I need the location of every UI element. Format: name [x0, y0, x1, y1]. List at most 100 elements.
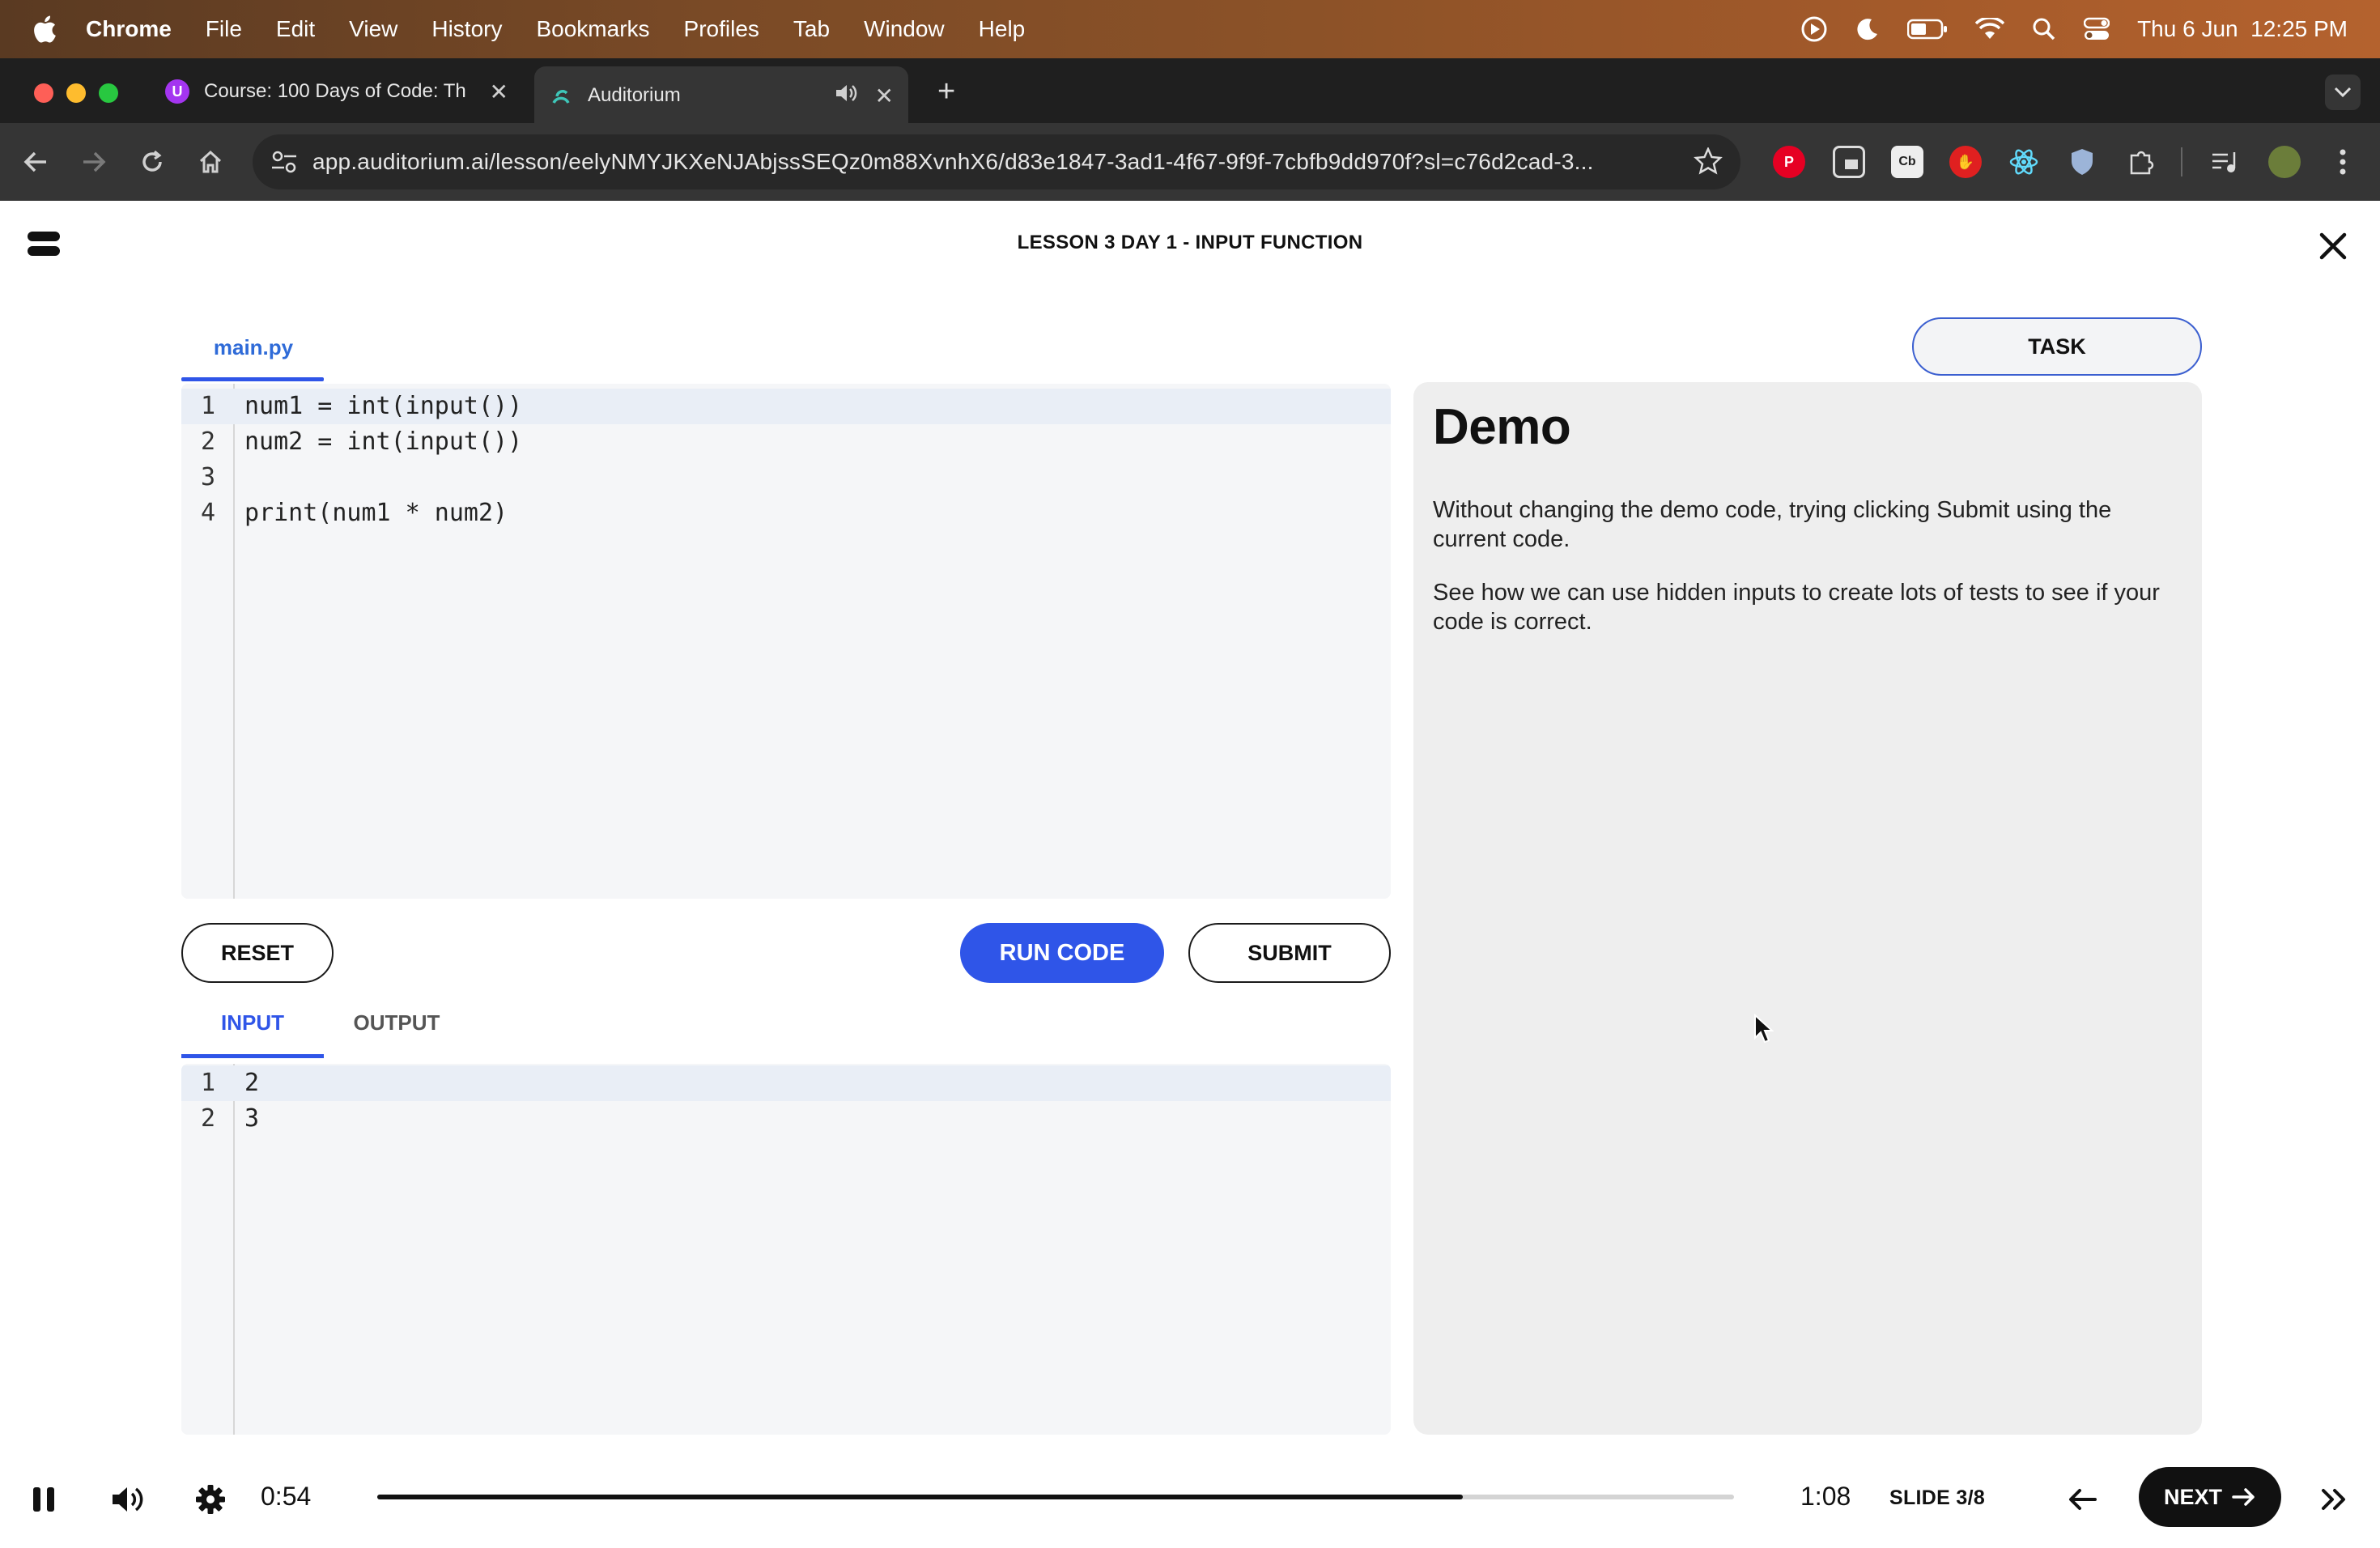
input-line[interactable]: 1 2	[181, 1065, 1391, 1101]
plus-icon: +	[937, 74, 956, 108]
pause-icon	[33, 1487, 54, 1512]
url-text[interactable]: app.auditorium.ai/lesson/eelyNMYJKXeNJAb…	[312, 149, 1640, 175]
previous-slide-button[interactable]	[2064, 1482, 2100, 1517]
react-devtools-extension-icon[interactable]	[2008, 146, 2040, 178]
forward-button[interactable]	[74, 142, 113, 181]
pinterest-extension-icon[interactable]: P	[1773, 146, 1805, 178]
mouse-cursor-icon	[1753, 1013, 1774, 1048]
menubar-help[interactable]: Help	[979, 16, 1026, 42]
tab-input-underline	[181, 1054, 324, 1058]
extensions-puzzle-icon[interactable]	[2126, 146, 2158, 178]
code-editor[interactable]: 1 num1 = int(input()) 2 num2 = int(input…	[181, 384, 1391, 899]
reset-button[interactable]: RESET	[181, 923, 334, 983]
address-bar[interactable]: app.auditorium.ai/lesson/eelyNMYJKXeNJAb…	[253, 134, 1740, 189]
code-line[interactable]: 3	[181, 460, 1391, 495]
progress-fill	[377, 1495, 1463, 1499]
shield-extension-icon[interactable]	[2066, 146, 2098, 178]
reload-icon	[142, 150, 162, 172]
window-close-button[interactable]	[34, 83, 53, 103]
pause-button[interactable]	[28, 1483, 60, 1516]
back-button[interactable]	[16, 142, 55, 181]
auditorium-icon	[549, 83, 573, 108]
settings-button[interactable]	[193, 1482, 228, 1517]
current-time: 0:54	[261, 1482, 312, 1511]
menubar-history[interactable]: History	[431, 16, 502, 42]
code-line[interactable]: 4 print(num1 * num2)	[181, 495, 1391, 531]
input-editor[interactable]: 1 2 2 3	[181, 1064, 1391, 1435]
menubar-tab[interactable]: Tab	[793, 16, 830, 42]
code-line[interactable]: 2 num2 = int(input())	[181, 424, 1391, 460]
arrow-right-icon	[83, 151, 106, 172]
arrow-left-icon	[2069, 1489, 2097, 1510]
input-text[interactable]: 2	[244, 1065, 259, 1101]
input-text[interactable]: 3	[244, 1101, 259, 1137]
line-number: 4	[200, 499, 216, 527]
battery-icon[interactable]	[1907, 19, 1948, 40]
wifi-icon[interactable]	[1975, 18, 2005, 40]
stop-hand-extension-icon[interactable]: ✋	[1949, 146, 1982, 178]
code-text[interactable]: num1 = int(input())	[244, 389, 522, 424]
media-controls-icon[interactable]	[2208, 146, 2241, 178]
control-center-icon[interactable]	[2084, 17, 2110, 41]
screen-record-icon[interactable]	[1800, 15, 1828, 43]
volume-icon	[113, 1487, 143, 1512]
focus-moon-icon[interactable]	[1855, 17, 1880, 41]
speaker-icon[interactable]	[835, 83, 857, 109]
tab-title: Auditorium	[588, 84, 681, 106]
tab-input[interactable]: INPUT	[181, 1007, 324, 1056]
tab-title: Course: 100 Days of Code: Th	[204, 80, 466, 102]
code-text[interactable]: print(num1 * num2)	[244, 495, 508, 531]
cb-extension-icon[interactable]: Cb	[1891, 146, 1923, 178]
window-zoom-button[interactable]	[99, 83, 118, 103]
macos-menubar: Chrome File Edit View History Bookmarks …	[0, 0, 2380, 58]
tab-output[interactable]: OUTPUT	[340, 1007, 453, 1056]
browser-tab-udemy[interactable]: U Course: 100 Days of Code: Th ✕	[151, 65, 523, 118]
profile-avatar[interactable]	[2268, 146, 2301, 178]
line-number: 2	[200, 427, 216, 456]
code-line[interactable]: 1 num1 = int(input())	[181, 389, 1391, 424]
skip-forward-button[interactable]	[2317, 1483, 2351, 1516]
close-tab-icon[interactable]: ✕	[490, 79, 508, 105]
menubar-profiles[interactable]: Profiles	[684, 16, 759, 42]
file-tab-main-py[interactable]: main.py	[183, 330, 324, 381]
window-minimize-button[interactable]	[66, 83, 86, 103]
close-lesson-button[interactable]	[2317, 230, 2349, 262]
menubar-clock[interactable]: Thu 6 Jun 12:25 PM	[2137, 16, 2348, 42]
tab-search-button[interactable]	[2325, 74, 2361, 110]
task-button[interactable]: TASK	[1912, 317, 2202, 376]
menubar-window[interactable]: Window	[864, 16, 945, 42]
spotlight-search-icon[interactable]	[2032, 17, 2056, 41]
line-number: 3	[200, 463, 216, 491]
menubar-file[interactable]: File	[206, 16, 242, 42]
menubar-view[interactable]: View	[349, 16, 397, 42]
menubar-app-name[interactable]: Chrome	[86, 16, 172, 42]
close-icon	[2319, 232, 2347, 260]
toolbar-divider	[2181, 147, 2182, 176]
close-tab-icon[interactable]: ✕	[875, 83, 894, 109]
volume-button[interactable]	[110, 1482, 146, 1517]
run-code-button[interactable]: RUN CODE	[960, 923, 1164, 983]
new-tab-button[interactable]: +	[923, 65, 971, 118]
slide-indicator: SLIDE 3/8	[1889, 1486, 1986, 1509]
double-chevron-right-icon	[2322, 1489, 2345, 1510]
browser-tab-auditorium[interactable]: Auditorium ✕	[534, 66, 908, 125]
next-button[interactable]: NEXT	[2139, 1467, 2281, 1527]
code-text[interactable]: num2 = int(input())	[244, 424, 522, 460]
total-time: 1:08	[1800, 1482, 1851, 1511]
apple-icon[interactable]	[31, 13, 58, 45]
home-button[interactable]	[191, 142, 230, 181]
home-icon	[199, 150, 222, 173]
bookmark-star-icon[interactable]	[1694, 146, 1723, 181]
submit-button[interactable]: SUBMIT	[1188, 923, 1391, 983]
reload-button[interactable]	[133, 142, 172, 181]
menubar-edit[interactable]: Edit	[276, 16, 315, 42]
task-heading: Demo	[1433, 399, 1571, 455]
udemy-icon: U	[165, 79, 189, 104]
picture-in-picture-extension-icon[interactable]	[1833, 146, 1865, 178]
input-line[interactable]: 2 3	[181, 1101, 1391, 1137]
arrow-right-icon	[2232, 1488, 2255, 1506]
chrome-menu-icon[interactable]	[2327, 146, 2359, 178]
site-settings-icon[interactable]	[270, 149, 298, 181]
line-number: 1	[200, 392, 216, 420]
menubar-bookmarks[interactable]: Bookmarks	[536, 16, 649, 42]
